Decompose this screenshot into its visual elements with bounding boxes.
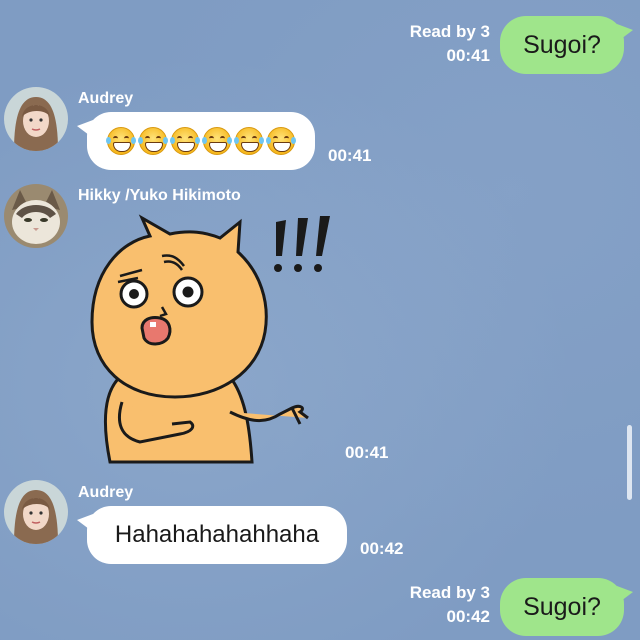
- sender-name: Audrey: [78, 484, 134, 501]
- incoming-message-bubble[interactable]: [77, 112, 315, 170]
- laughing-tears-emoji: [234, 127, 264, 155]
- laughing-tears-emoji: [266, 127, 296, 155]
- message-time: 00:42: [360, 539, 404, 558]
- read-receipt: Read by 3 00:41: [380, 20, 490, 68]
- scrollbar[interactable]: [627, 425, 632, 500]
- laughing-tears-emoji: [106, 127, 136, 155]
- avatar[interactable]: [4, 87, 68, 151]
- read-status: Read by 3: [409, 583, 490, 602]
- read-status: Read by 3: [409, 22, 490, 41]
- incoming-message-bubble[interactable]: Hahahahahahhaha: [77, 506, 347, 564]
- laughing-tears-emoji: [138, 127, 168, 155]
- outgoing-message-bubble[interactable]: Sugoi?: [500, 16, 633, 74]
- message-text: Sugoi?: [523, 592, 601, 621]
- sender-name: Hikky /Yuko Hikimoto: [78, 187, 241, 204]
- message-time: 00:42: [446, 607, 490, 626]
- message-time: 00:41: [345, 443, 389, 462]
- message-text: Sugoi?: [523, 30, 601, 59]
- sender-name: Audrey: [78, 90, 134, 107]
- avatar[interactable]: [4, 184, 68, 248]
- avatar-photo: [4, 480, 68, 544]
- shocked-cat-sticker[interactable]: [80, 212, 335, 467]
- outgoing-message-bubble[interactable]: Sugoi?: [500, 578, 633, 636]
- message-text: Hahahahahahhaha: [114, 521, 320, 548]
- message-time: 00:41: [446, 46, 490, 65]
- read-receipt: Read by 3 00:42: [380, 581, 490, 629]
- laughing-tears-emoji: [170, 127, 200, 155]
- avatar-photo: [4, 87, 68, 151]
- cat-avatar-photo: [4, 184, 68, 248]
- message-time: 00:41: [328, 146, 372, 165]
- laughing-tears-emoji: [202, 127, 232, 155]
- avatar[interactable]: [4, 480, 68, 544]
